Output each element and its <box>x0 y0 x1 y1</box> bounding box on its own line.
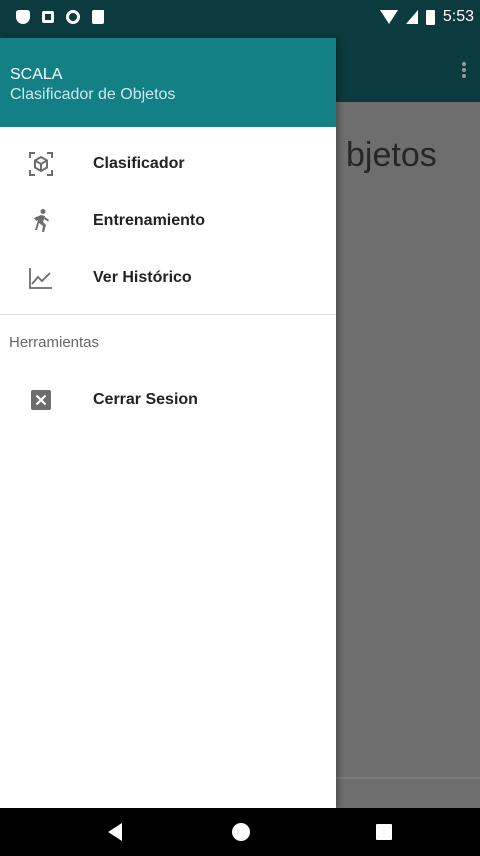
app-notification-icon <box>42 11 54 23</box>
drawer-section-title: Herramientas <box>9 334 100 351</box>
status-bar: 5:53 <box>0 0 480 38</box>
drawer-header-subtitle: Clasificador de Objetos <box>10 86 176 103</box>
recent-apps-icon[interactable] <box>376 824 392 840</box>
status-icons-left <box>16 10 104 24</box>
drawer-item-label: Clasificador <box>93 155 185 172</box>
drawer-item-clasificador[interactable]: Clasificador <box>0 136 336 192</box>
drawer-header-title: SCALA <box>10 66 63 83</box>
cell-signal-icon <box>405 10 418 24</box>
drawer-header: SCALA Clasificador de Objetos <box>0 38 336 127</box>
drawer-item-cerrar-sesion[interactable]: Cerrar Sesion <box>0 372 336 428</box>
wifi-icon <box>379 10 398 24</box>
status-icons-right: 5:53 <box>379 8 474 26</box>
running-figure-icon <box>34 209 49 232</box>
navigation-drawer: SCALA Clasificador de Objetos Clasificad… <box>0 38 336 808</box>
background-title: bjetos <box>346 136 437 174</box>
line-chart-icon <box>29 268 52 289</box>
shield-icon <box>16 10 30 24</box>
drawer-item-historico[interactable]: Ver Histórico <box>0 250 336 306</box>
circle-notification-icon <box>66 10 80 24</box>
drawer-item-label: Ver Histórico <box>93 269 192 286</box>
home-icon[interactable] <box>232 823 250 841</box>
drawer-divider <box>0 314 336 315</box>
back-icon[interactable] <box>108 823 122 841</box>
status-time: 5:53 <box>442 8 474 25</box>
battery-icon <box>425 9 435 25</box>
system-nav-bar <box>0 808 480 856</box>
overflow-menu-icon[interactable] <box>462 62 466 78</box>
drawer-item-entrenamiento[interactable]: Entrenamiento <box>0 193 336 249</box>
cube-scan-icon <box>29 152 53 176</box>
sd-card-icon <box>92 10 104 24</box>
drawer-item-label: Entrenamiento <box>93 212 206 229</box>
close-box-icon <box>31 390 51 410</box>
background-divider <box>336 777 480 779</box>
drawer-item-label: Cerrar Sesion <box>93 391 198 408</box>
